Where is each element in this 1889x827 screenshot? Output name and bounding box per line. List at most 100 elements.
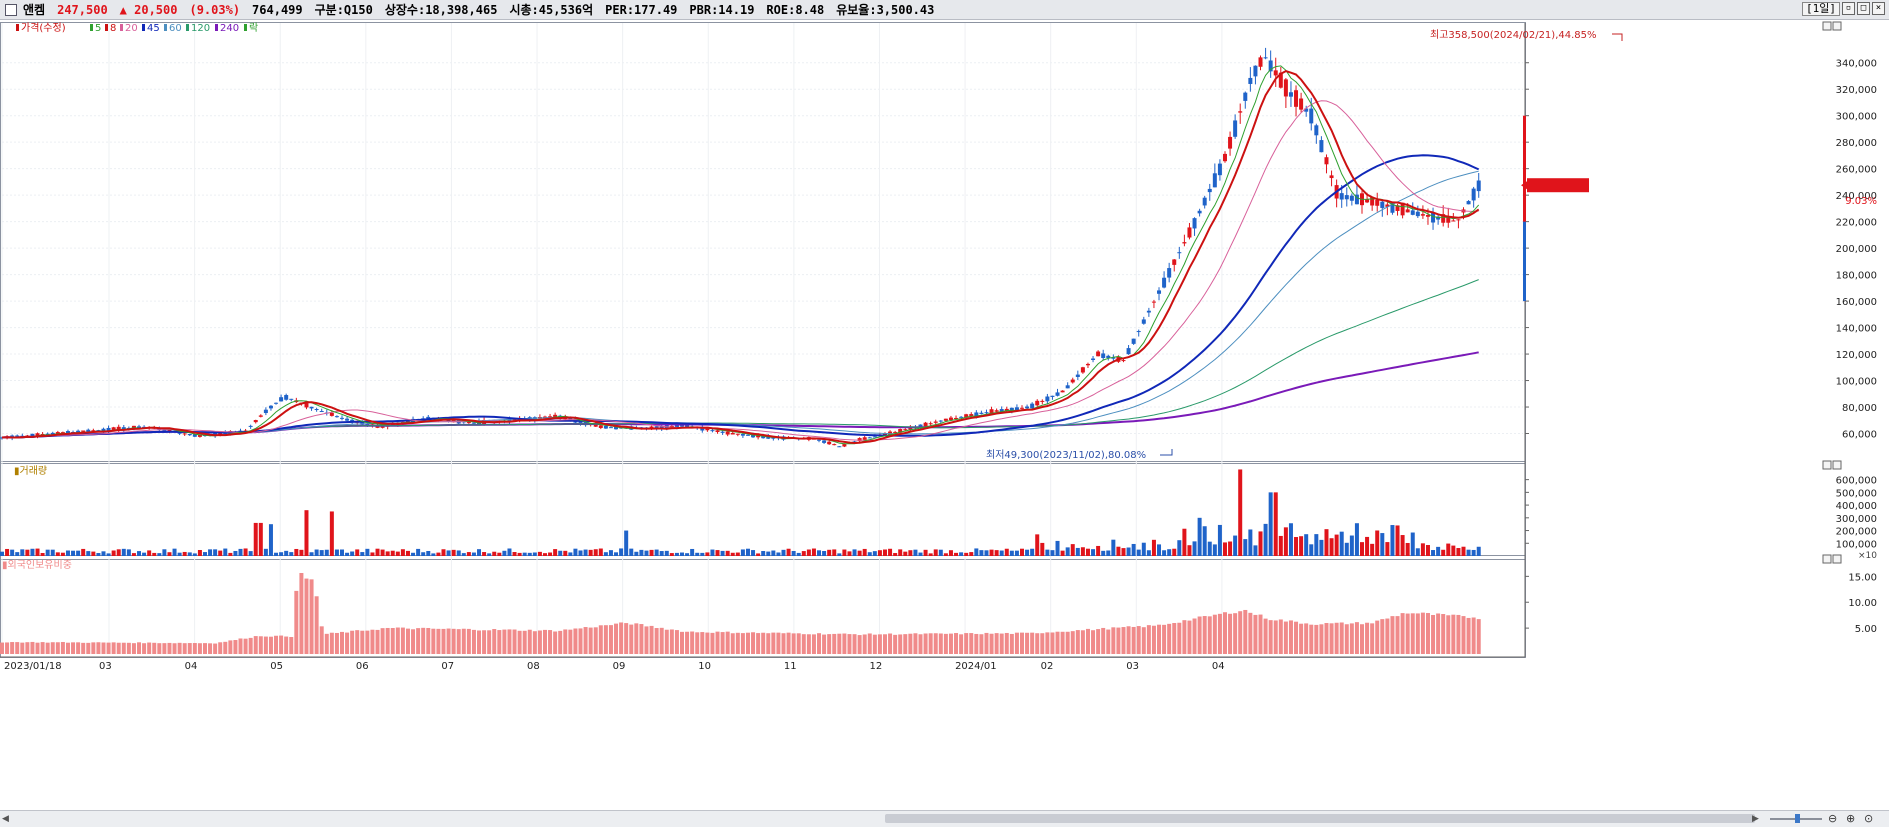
last-price-box (1527, 178, 1589, 193)
foreign-bar (329, 632, 334, 654)
candle-body (903, 429, 908, 431)
scroll-thumb[interactable] (885, 814, 1755, 823)
scroll-left-icon[interactable]: ◀ (2, 814, 9, 824)
foreign-bar (527, 629, 532, 654)
stock-chart[interactable]: 60,000 80,000 100,000 120,000 140,000 160,000… (0, 20, 1889, 810)
foreign-bar (624, 623, 629, 654)
volume-bar (487, 553, 492, 556)
legend-swatch (244, 24, 247, 31)
legend-swatch (142, 24, 145, 31)
foreign-bar (705, 632, 710, 654)
price-legend-label: 120 (191, 23, 210, 34)
foreign-bar (735, 632, 740, 654)
legend-swatch (186, 24, 189, 31)
foreign-bar (974, 633, 979, 654)
last-percent-label: 9.03% (1845, 196, 1877, 207)
period-selector[interactable]: [1일] (1802, 2, 1840, 16)
volume-bar (1263, 523, 1268, 556)
candle-body (1050, 395, 1055, 397)
x-tick-label: 08 (527, 661, 540, 672)
candle-body (1222, 153, 1227, 162)
volume-bar (477, 549, 482, 556)
volume-tick-label: 100,000 (1836, 539, 1877, 550)
maximize-icon[interactable]: □ (1857, 2, 1870, 15)
scroll-right-icon[interactable]: ▶ (1752, 814, 1759, 824)
foreign-bar (289, 637, 294, 654)
foreign-bar (1151, 625, 1156, 654)
zoom-in-icon[interactable]: ⊕ (1846, 812, 1855, 825)
volume-bar (903, 551, 908, 556)
foreign-bar (1192, 618, 1197, 654)
foreign-bar (55, 642, 60, 654)
foreign-bar (0, 642, 4, 654)
volume-bar (1091, 549, 1096, 556)
volume-bar (1456, 548, 1461, 556)
zoom-reset-icon[interactable]: ⊙ (1864, 812, 1873, 825)
foreign-bar (233, 640, 238, 654)
foreign-bar (355, 630, 360, 654)
candle-body (263, 409, 268, 414)
foreign-bar (1085, 628, 1090, 654)
foreign-bar (588, 627, 593, 654)
volume-bar (167, 552, 172, 556)
candle-body (1405, 209, 1410, 213)
foreign-bar (40, 642, 45, 654)
volume-bar (827, 549, 832, 556)
foreign-bar (446, 628, 451, 654)
candle-body (340, 417, 345, 419)
price-tick-label: 220,000 (1836, 218, 1877, 229)
foreign-bar (162, 643, 167, 654)
listed-shares: 상장수:18,398,465 (384, 3, 498, 17)
volume-bar (948, 550, 953, 556)
volume-bar (720, 550, 725, 556)
foreign-bar (471, 629, 476, 654)
close-icon[interactable]: × (1872, 2, 1885, 15)
select-checkbox[interactable] (5, 3, 17, 16)
candle-body (710, 430, 715, 432)
volume-bar (50, 549, 55, 556)
candle-body (943, 418, 948, 421)
minimize-icon[interactable]: ▫ (1842, 2, 1855, 15)
foreign-bar (979, 634, 984, 654)
foreign-bar (954, 633, 959, 654)
volume-bar (471, 552, 476, 556)
zoom-out-icon[interactable]: ⊖ (1828, 812, 1837, 825)
per-value: PER:177.49 (605, 2, 678, 17)
volume-bar (1436, 546, 1441, 556)
foreign-bar (1466, 617, 1471, 654)
foreign-bar (1370, 623, 1375, 654)
candle-body (1314, 125, 1319, 136)
candle-body (1233, 120, 1238, 137)
chart-scrollbar[interactable]: ◀ ▶ ⊖ ⊕ ⊙ (0, 810, 1889, 827)
volume-bar (456, 550, 461, 556)
foreign-bar (25, 642, 30, 654)
price-legend-label: 락 (249, 22, 258, 34)
candle-body (1466, 201, 1471, 205)
foreign-bar (375, 629, 380, 654)
foreign-bar (629, 624, 634, 654)
candle-body (608, 427, 613, 429)
volume-bar (492, 551, 497, 556)
zoom-slider-knob[interactable] (1795, 814, 1800, 823)
foreign-bar (65, 642, 70, 654)
foreign-bar (857, 635, 862, 654)
volume-bar (86, 551, 91, 556)
volume-bar (263, 548, 268, 556)
low-arrow-icon (1160, 449, 1173, 456)
volume-bar (1466, 549, 1471, 556)
volume-bar (218, 550, 223, 556)
foreign-bar (350, 630, 355, 654)
volume-bar (76, 550, 81, 556)
candle-body (1228, 136, 1233, 149)
volume-bar (111, 550, 116, 556)
volume-bar (365, 548, 370, 556)
x-tick-label: 03 (1126, 661, 1139, 672)
foreign-bar (1451, 614, 1456, 654)
foreign-bar (487, 630, 492, 654)
candle-body (1273, 70, 1278, 76)
volume-bar (1471, 549, 1476, 556)
volume-bar (40, 552, 45, 556)
volume-bar (938, 549, 943, 556)
foreign-bar (969, 633, 974, 654)
foreign-bar (700, 632, 705, 654)
